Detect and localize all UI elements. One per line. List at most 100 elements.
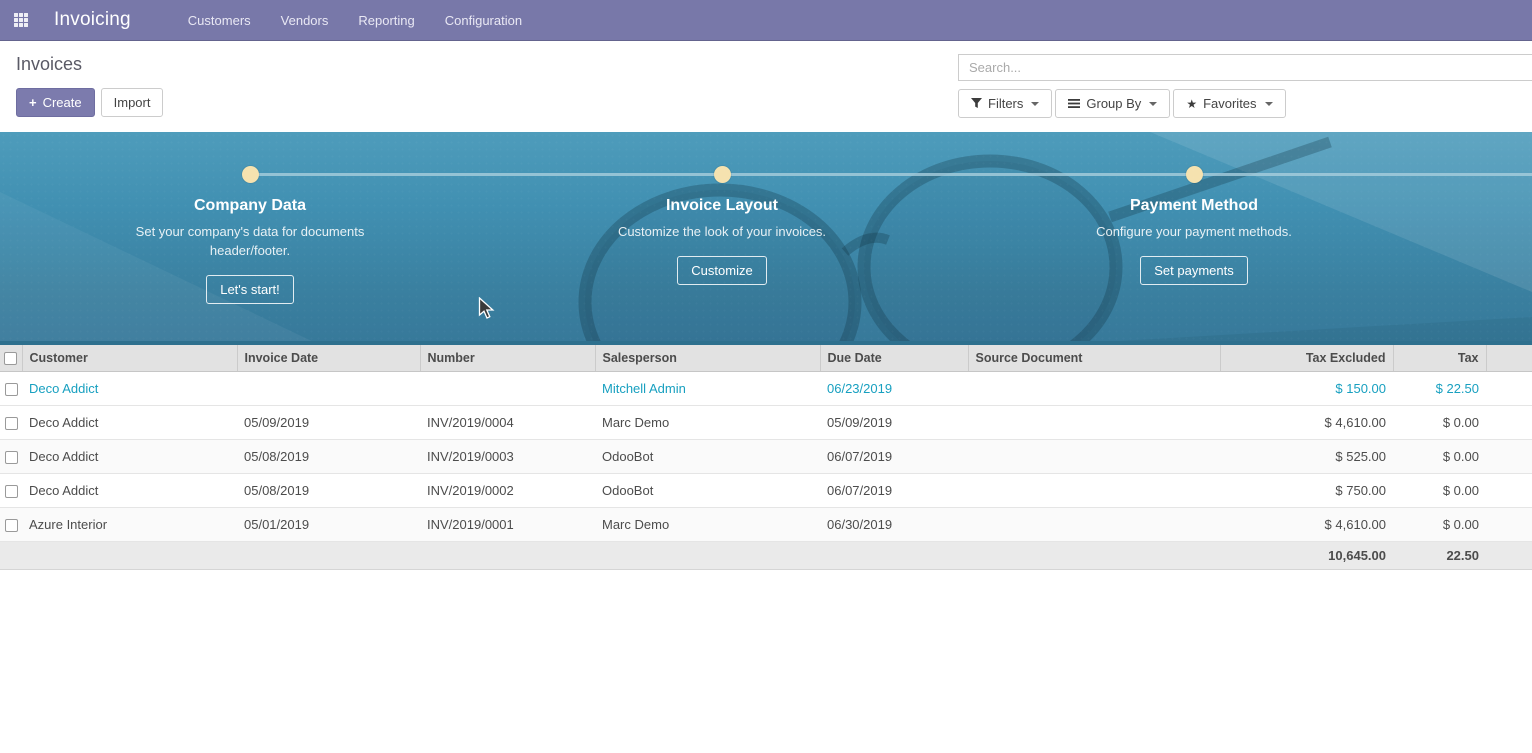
import-button[interactable]: Import xyxy=(101,88,164,117)
cell-spacer xyxy=(1486,372,1532,406)
app-title[interactable]: Invoicing xyxy=(54,9,131,31)
customize-button[interactable]: Customize xyxy=(677,256,766,285)
onboarding-step-payment-method: Payment Method Configure your payment me… xyxy=(958,132,1430,341)
menu-vendors[interactable]: Vendors xyxy=(266,1,344,40)
invoice-list-table: Customer Invoice Date Number Salesperson… xyxy=(0,345,1532,570)
row-checkbox[interactable] xyxy=(5,451,18,464)
cell-source-document xyxy=(968,372,1220,406)
filter-funnel-icon xyxy=(971,98,982,109)
filters-button-label: Filters xyxy=(988,96,1023,111)
cell-salesperson: Marc Demo xyxy=(595,508,820,542)
create-button-label: Create xyxy=(43,95,82,110)
cell-due-date: 06/07/2019 xyxy=(820,474,968,508)
col-header-due-date[interactable]: Due Date xyxy=(820,345,968,372)
table-row[interactable]: Azure Interior 05/01/2019 INV/2019/0001 … xyxy=(0,508,1532,542)
table-row[interactable]: Deco Addict 05/08/2019 INV/2019/0002 Odo… xyxy=(0,474,1532,508)
row-checkbox-cell xyxy=(0,508,22,542)
cell-salesperson: OdooBot xyxy=(595,474,820,508)
select-all-header xyxy=(0,345,22,372)
menu-configuration[interactable]: Configuration xyxy=(430,1,537,40)
col-header-customer[interactable]: Customer xyxy=(22,345,237,372)
col-header-invoice-date[interactable]: Invoice Date xyxy=(237,345,420,372)
table-footer-row: 10,645.00 22.50 xyxy=(0,542,1532,570)
cell-number: INV/2019/0001 xyxy=(420,508,595,542)
cell-salesperson: Marc Demo xyxy=(595,406,820,440)
cell-spacer xyxy=(1486,440,1532,474)
invoice-table-body: Deco Addict Mitchell Admin 06/23/2019 $ … xyxy=(0,372,1532,542)
navbar-menu: Customers Vendors Reporting Configuratio… xyxy=(173,1,537,40)
cell-invoice-date: 05/08/2019 xyxy=(237,474,420,508)
progress-dot xyxy=(1186,166,1203,183)
cell-spacer xyxy=(1486,474,1532,508)
table-header-row: Customer Invoice Date Number Salesperson… xyxy=(0,345,1532,372)
tax-total: 22.50 xyxy=(1393,542,1486,570)
cell-tax: $ 0.00 xyxy=(1393,508,1486,542)
cell-due-date: 06/23/2019 xyxy=(820,372,968,406)
cell-tax: $ 22.50 xyxy=(1393,372,1486,406)
step-title: Payment Method xyxy=(1130,197,1258,215)
col-header-number[interactable]: Number xyxy=(420,345,595,372)
onboarding-banner: Company Data Set your company's data for… xyxy=(0,132,1532,345)
cell-customer: Deco Addict xyxy=(22,372,237,406)
row-checkbox-cell xyxy=(0,440,22,474)
row-checkbox[interactable] xyxy=(5,383,18,396)
step-title: Company Data xyxy=(194,197,306,215)
table-row[interactable]: Deco Addict Mitchell Admin 06/23/2019 $ … xyxy=(0,372,1532,406)
select-all-checkbox[interactable] xyxy=(4,352,17,365)
top-navbar: Invoicing Customers Vendors Reporting Co… xyxy=(0,0,1532,41)
favorites-button[interactable]: ★ Favorites xyxy=(1173,89,1285,118)
group-by-button-label: Group By xyxy=(1086,96,1141,111)
step-title: Invoice Layout xyxy=(666,197,778,215)
cell-number xyxy=(420,372,595,406)
col-header-salesperson[interactable]: Salesperson xyxy=(595,345,820,372)
progress-dot xyxy=(714,166,731,183)
cell-due-date: 06/30/2019 xyxy=(820,508,968,542)
caret-down-icon xyxy=(1031,102,1039,106)
caret-down-icon xyxy=(1149,102,1157,106)
caret-down-icon xyxy=(1265,102,1273,106)
cell-invoice-date: 05/01/2019 xyxy=(237,508,420,542)
cell-tax-excluded: $ 750.00 xyxy=(1220,474,1393,508)
col-header-source-document[interactable]: Source Document xyxy=(968,345,1220,372)
table-row[interactable]: Deco Addict 05/09/2019 INV/2019/0004 Mar… xyxy=(0,406,1532,440)
menu-customers[interactable]: Customers xyxy=(173,1,266,40)
group-by-button[interactable]: Group By xyxy=(1055,89,1170,118)
row-checkbox[interactable] xyxy=(5,485,18,498)
onboarding-step-company-data: Company Data Set your company's data for… xyxy=(14,132,486,341)
cell-number: INV/2019/0003 xyxy=(420,440,595,474)
cell-due-date: 06/07/2019 xyxy=(820,440,968,474)
cell-source-document xyxy=(968,406,1220,440)
cell-customer: Deco Addict xyxy=(22,474,237,508)
cell-tax-excluded: $ 4,610.00 xyxy=(1220,406,1393,440)
group-by-bars-icon xyxy=(1068,98,1080,109)
col-header-tax-excluded[interactable]: Tax Excluded xyxy=(1220,345,1393,372)
cell-tax-excluded: $ 4,610.00 xyxy=(1220,508,1393,542)
lets-start-button[interactable]: Let's start! xyxy=(206,275,294,304)
row-checkbox[interactable] xyxy=(5,417,18,430)
progress-dot xyxy=(242,166,259,183)
cell-spacer xyxy=(1486,508,1532,542)
table-row[interactable]: Deco Addict 05/08/2019 INV/2019/0003 Odo… xyxy=(0,440,1532,474)
cell-customer: Azure Interior xyxy=(22,508,237,542)
cell-salesperson: Mitchell Admin xyxy=(595,372,820,406)
cell-salesperson: OdooBot xyxy=(595,440,820,474)
row-checkbox[interactable] xyxy=(5,519,18,532)
apps-menu-icon[interactable] xyxy=(14,13,28,27)
cell-source-document xyxy=(968,508,1220,542)
col-header-spacer xyxy=(1486,345,1532,372)
cell-number: INV/2019/0004 xyxy=(420,406,595,440)
menu-reporting[interactable]: Reporting xyxy=(343,1,429,40)
set-payments-button[interactable]: Set payments xyxy=(1140,256,1248,285)
col-header-tax[interactable]: Tax xyxy=(1393,345,1486,372)
cell-source-document xyxy=(968,474,1220,508)
cell-tax-excluded: $ 525.00 xyxy=(1220,440,1393,474)
filters-button[interactable]: Filters xyxy=(958,89,1052,118)
search-input[interactable] xyxy=(958,54,1532,81)
star-icon: ★ xyxy=(1186,98,1197,110)
create-button[interactable]: + Create xyxy=(16,88,95,117)
cell-invoice-date: 05/08/2019 xyxy=(237,440,420,474)
cell-spacer xyxy=(1486,406,1532,440)
import-button-label: Import xyxy=(114,95,151,110)
favorites-button-label: Favorites xyxy=(1203,96,1256,111)
row-checkbox-cell xyxy=(0,372,22,406)
